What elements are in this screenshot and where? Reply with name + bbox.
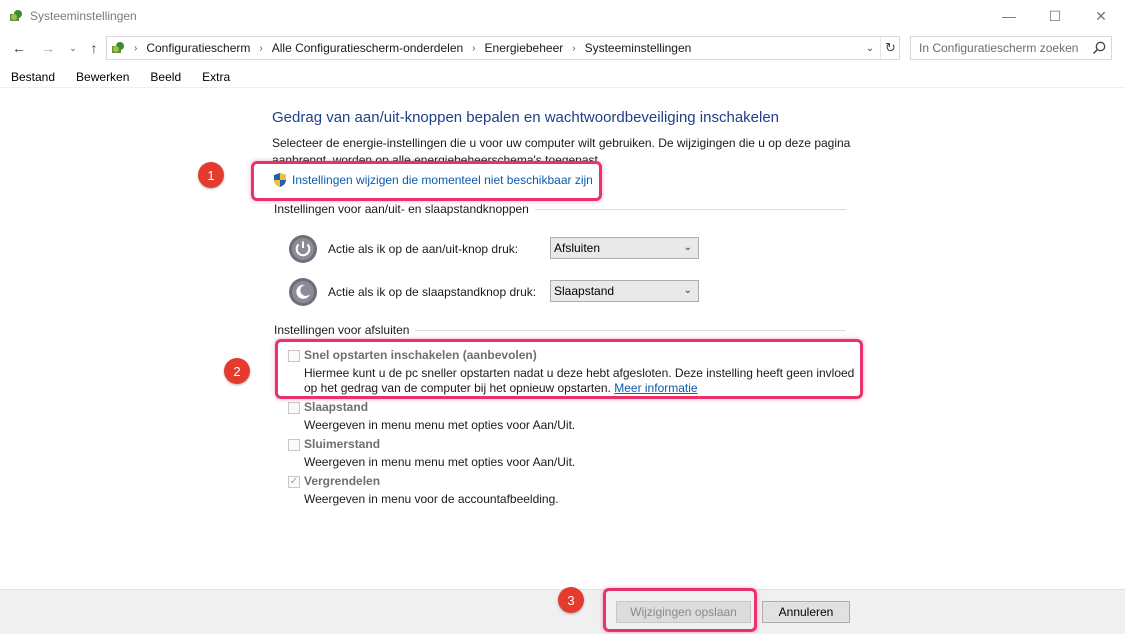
power-button-action-value: Afsluiten [554, 241, 601, 255]
sleep-button-action-value: Slaapstand [554, 284, 615, 298]
maximize-button[interactable]: ☐ [1032, 0, 1078, 32]
back-arrow-icon[interactable]: ← [10, 39, 28, 57]
power-button-row: Actie als ik op de aan/uit-knop druk: Af… [288, 234, 699, 264]
breadcrumb-separator-icon[interactable]: › [472, 43, 475, 54]
control-panel-icon [10, 10, 22, 21]
sleep-title: Slaapstand [304, 400, 369, 414]
callout-box-3 [603, 588, 757, 632]
breadcrumb-item[interactable]: Configuratiescherm [146, 41, 250, 55]
breadcrumb-separator-icon[interactable]: › [134, 43, 137, 54]
callout-box-2 [275, 339, 863, 399]
menu-file[interactable]: Bestand [0, 70, 65, 84]
page-title: Gedrag van aan/uit-knoppen bepalen en wa… [272, 109, 780, 126]
hibernate-title: Sluimerstand [304, 437, 381, 451]
breadcrumb-item[interactable]: Energiebeheer [485, 41, 564, 55]
power-button-label: Actie als ik op de aan/uit-knop druk: [328, 242, 519, 256]
breadcrumb-item[interactable]: Alle Configuratiescherm-onderdelen [272, 41, 463, 55]
sleep-button-row: Actie als ik op de slaapstandknop druk: … [288, 277, 699, 307]
forward-arrow-icon[interactable]: → [39, 39, 57, 57]
menu-edit[interactable]: Bewerken [65, 70, 139, 84]
step-badge-1: 1 [198, 162, 224, 188]
search-box[interactable] [910, 36, 1112, 60]
search-icon[interactable] [1091, 40, 1107, 56]
sleep-description: Weergeven in menu menu met opties voor A… [304, 418, 576, 432]
search-input[interactable] [912, 38, 1088, 58]
power-button-action-select[interactable]: Afsluiten ⌄ [550, 237, 699, 259]
up-arrow-icon[interactable]: ↑ [85, 39, 103, 57]
cancel-button[interactable]: Annuleren [762, 601, 850, 623]
chevron-down-icon: ⌄ [683, 242, 692, 253]
checkmark-icon: ✓ [289, 476, 299, 487]
close-button[interactable]: ✕ [1078, 0, 1124, 32]
menu-bar: Bestand Bewerken Beeld Extra [0, 66, 1125, 88]
lock-title: Vergrendelen [304, 474, 381, 488]
lock-checkbox[interactable]: ✓ [288, 476, 300, 488]
breadcrumb: › Configuratiescherm › Alle Configuratie… [131, 37, 691, 59]
chevron-down-icon: ⌄ [683, 285, 692, 296]
title-bar: Systeeminstellingen — ☐ ✕ [0, 0, 1125, 32]
menu-tools[interactable]: Extra [191, 70, 240, 84]
address-bar[interactable]: › Configuratiescherm › Alle Configuratie… [106, 36, 900, 60]
address-dropdown-chevron-icon[interactable]: ⌄ [862, 40, 878, 56]
sleep-checkbox[interactable] [288, 402, 300, 414]
hibernate-description: Weergeven in menu menu met opties voor A… [304, 455, 576, 469]
sleep-button-label: Actie als ik op de slaapstandknop druk: [328, 285, 537, 299]
menu-view[interactable]: Beeld [139, 70, 191, 84]
refresh-icon[interactable]: ↻ [880, 37, 900, 59]
page-description: Selecteer de energie-instellingen die u … [272, 136, 851, 162]
breadcrumb-separator-icon[interactable]: › [259, 43, 262, 54]
minimize-button[interactable]: — [986, 0, 1032, 32]
step-badge-3: 3 [558, 587, 584, 613]
hibernate-checkbox[interactable] [288, 439, 300, 451]
power-buttons-group-title: Instellingen voor aan/uit- en slaapstand… [274, 202, 535, 216]
control-panel-icon [112, 42, 124, 53]
power-button-icon [289, 235, 317, 263]
sleep-button-action-select[interactable]: Slaapstand ⌄ [550, 280, 699, 302]
window-title: Systeeminstellingen [30, 9, 137, 23]
sleep-button-icon [289, 278, 317, 306]
breadcrumb-separator-icon[interactable]: › [572, 43, 575, 54]
shutdown-group-title: Instellingen voor afsluiten [274, 323, 416, 337]
recent-locations-chevron-icon[interactable]: ⌄ [64, 39, 82, 57]
navigation-bar: ← → ⌄ ↑ › Configuratiescherm › Alle Conf… [0, 33, 1125, 63]
lock-description: Weergeven in menu voor de accountafbeeld… [304, 492, 559, 506]
step-badge-2: 2 [224, 358, 250, 384]
callout-box-1 [251, 161, 602, 201]
breadcrumb-item[interactable]: Systeeminstellingen [585, 41, 692, 55]
